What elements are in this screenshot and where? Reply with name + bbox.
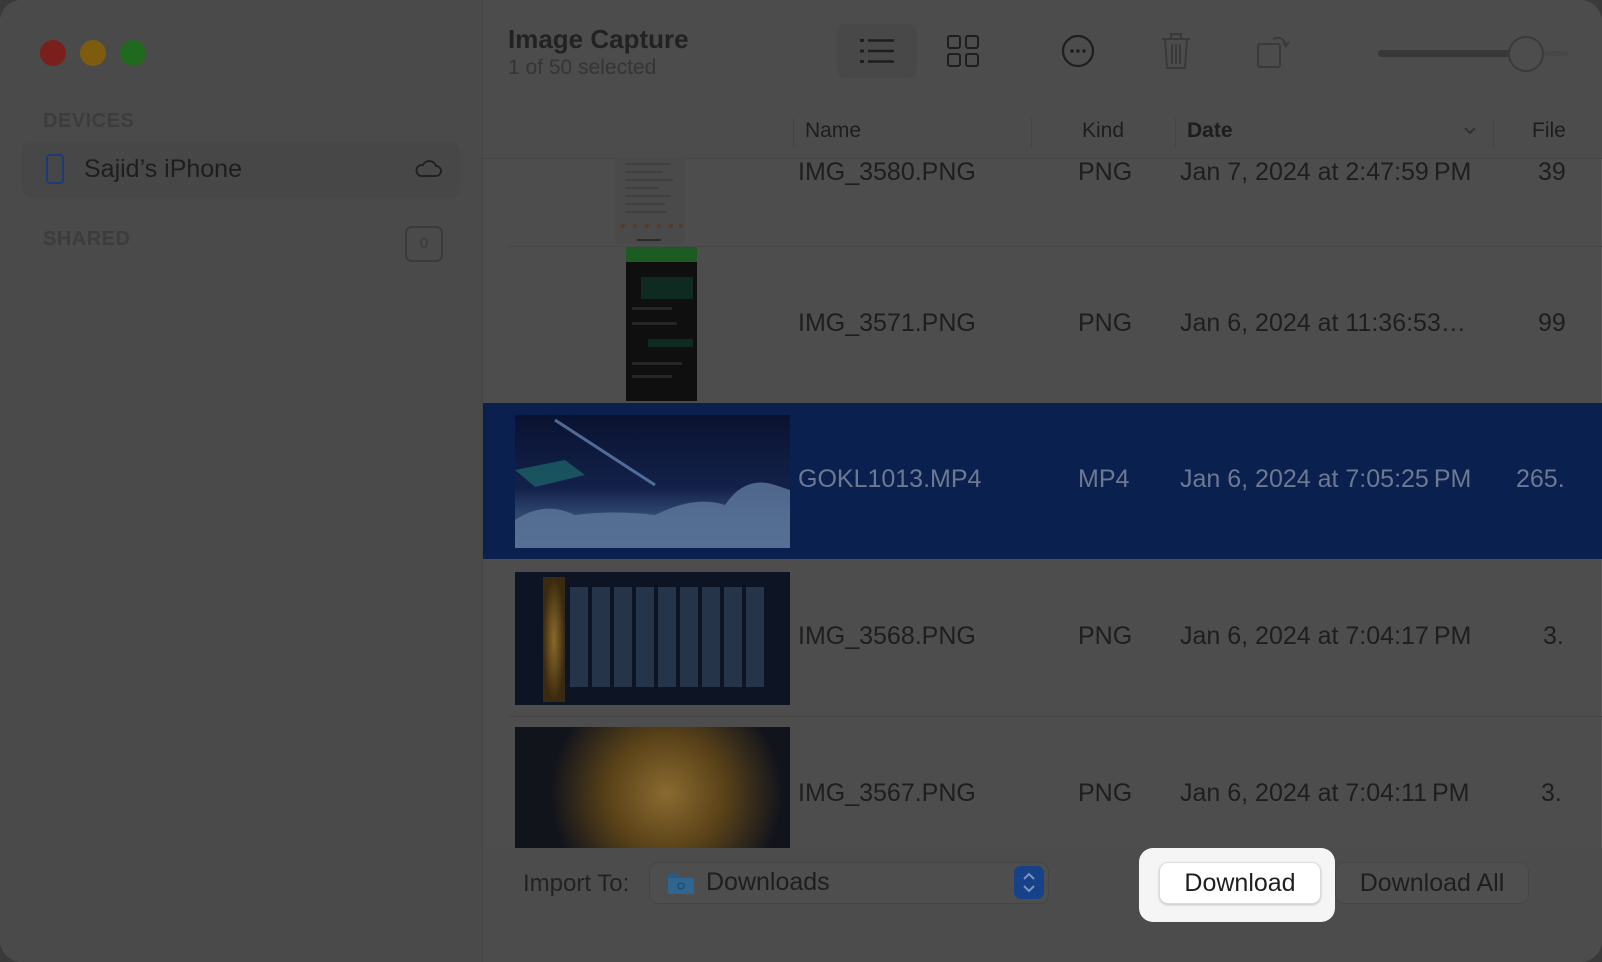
file-date: Jan 6, 2024 at 7:04:11 PM xyxy=(1180,779,1470,807)
app-title: Image Capture xyxy=(508,24,689,54)
delete-button[interactable] xyxy=(1151,24,1201,78)
more-actions-button[interactable] xyxy=(1053,24,1103,78)
file-kind: PNG xyxy=(1078,309,1133,337)
thumbnail-size-slider[interactable] xyxy=(1378,36,1568,72)
ellipsis-circle-icon xyxy=(1061,34,1095,68)
file-date: Jan 6, 2024 at 7:05:25 PM xyxy=(1180,465,1472,493)
downloads-folder-icon xyxy=(668,874,694,894)
shared-count-badge: 0 xyxy=(405,226,443,262)
trash-icon xyxy=(1162,33,1190,69)
column-separator xyxy=(1031,118,1032,148)
column-separator xyxy=(1493,118,1494,148)
main-area: Image Capture 1 of 50 selected Name Kind… xyxy=(483,0,1602,962)
list-icon xyxy=(860,39,894,63)
rotate-icon xyxy=(1257,36,1290,68)
close-window-button[interactable] xyxy=(40,40,66,66)
table-row[interactable]: IMG_3568.PNG PNG Jan 6, 2024 at 7:04:17 … xyxy=(508,560,1602,717)
image-capture-window: DEVICES Sajid’s iPhone SHARED 0 Image Ca… xyxy=(0,0,1602,962)
file-name: IMG_3571.PNG xyxy=(798,309,976,337)
column-file-size[interactable]: File xyxy=(1532,119,1566,143)
thumbnail-game-character xyxy=(515,727,790,848)
shared-section-label: SHARED xyxy=(43,228,131,250)
file-kind: PNG xyxy=(1078,158,1133,186)
destination-stepper[interactable] xyxy=(1014,866,1044,899)
column-header: Name Kind Date File xyxy=(483,106,1602,159)
iphone-icon xyxy=(46,154,64,184)
zoom-window-button[interactable] xyxy=(120,40,146,66)
sidebar: DEVICES Sajid’s iPhone SHARED 0 xyxy=(0,0,483,962)
file-kind: MP4 xyxy=(1078,465,1130,493)
thumbnail-night-sky-video xyxy=(515,415,790,548)
file-size: 99 xyxy=(1538,309,1566,337)
table-row-selected[interactable]: GOKL1013.MP4 MP4 Jan 6, 2024 at 7:05:25 … xyxy=(483,403,1602,559)
sort-descending-chevron-icon[interactable] xyxy=(1463,126,1477,136)
slider-fill xyxy=(1378,50,1526,57)
file-kind: PNG xyxy=(1078,779,1133,807)
rotate-button[interactable] xyxy=(1248,24,1298,78)
file-kind: PNG xyxy=(1078,622,1133,650)
grid-icon xyxy=(947,35,979,67)
column-date[interactable]: Date xyxy=(1187,119,1233,143)
file-size: 39 xyxy=(1538,158,1566,186)
file-name: GOKL1013.MP4 xyxy=(798,465,982,493)
file-date: Jan 6, 2024 at 11:36:53… xyxy=(1180,309,1466,337)
column-separator xyxy=(1175,118,1176,148)
table-row[interactable]: IMG_3580.PNG PNG Jan 7, 2024 at 2:47:59 … xyxy=(508,158,1602,247)
list-view-button[interactable] xyxy=(837,24,917,78)
devices-section-label: DEVICES xyxy=(43,110,135,132)
destination-value: Downloads xyxy=(706,868,830,896)
table-row[interactable]: IMG_3571.PNG PNG Jan 6, 2024 at 11:36:53… xyxy=(483,247,1602,404)
thumbnail-chat-screenshot-light xyxy=(615,158,685,244)
column-separator xyxy=(793,118,794,148)
minimize-window-button[interactable] xyxy=(80,40,106,66)
sidebar-item-device[interactable]: Sajid’s iPhone xyxy=(22,142,460,198)
thumbnail-game-weapons xyxy=(515,572,790,705)
download-button[interactable]: Download xyxy=(1159,862,1321,904)
file-name: IMG_3567.PNG xyxy=(798,779,976,807)
column-name[interactable]: Name xyxy=(805,119,861,143)
cloud-icon xyxy=(415,160,442,177)
table-row[interactable]: IMG_3567.PNG PNG Jan 6, 2024 at 7:04:11 … xyxy=(483,717,1602,848)
file-name: IMG_3568.PNG xyxy=(798,622,976,650)
import-to-label: Import To: xyxy=(523,870,630,897)
toolbar: Image Capture 1 of 50 selected xyxy=(483,0,1602,107)
file-list: IMG_3580.PNG PNG Jan 7, 2024 at 2:47:59 … xyxy=(483,158,1602,848)
slider-track xyxy=(1544,51,1568,56)
file-date: Jan 6, 2024 at 7:04:17 PM xyxy=(1180,622,1472,650)
thumbnail-chat-screenshot-dark xyxy=(626,247,697,401)
grid-view-button[interactable] xyxy=(938,24,988,78)
import-footer: Import To: Downloads Download Download A… xyxy=(483,848,1602,962)
column-kind[interactable]: Kind xyxy=(1082,119,1124,143)
chevron-up-down-icon xyxy=(1023,872,1035,893)
selection-count: 1 of 50 selected xyxy=(508,56,657,79)
download-all-button[interactable]: Download All xyxy=(1335,862,1529,904)
file-size: 3. xyxy=(1541,779,1562,807)
slider-knob[interactable] xyxy=(1508,36,1544,72)
file-size: 3. xyxy=(1543,622,1564,650)
file-size: 265. xyxy=(1516,465,1565,493)
import-destination-select[interactable]: Downloads xyxy=(649,862,1049,904)
file-name: IMG_3580.PNG xyxy=(798,158,976,186)
file-date: Jan 7, 2024 at 2:47:59 PM xyxy=(1180,158,1472,186)
device-name: Sajid’s iPhone xyxy=(84,155,242,183)
